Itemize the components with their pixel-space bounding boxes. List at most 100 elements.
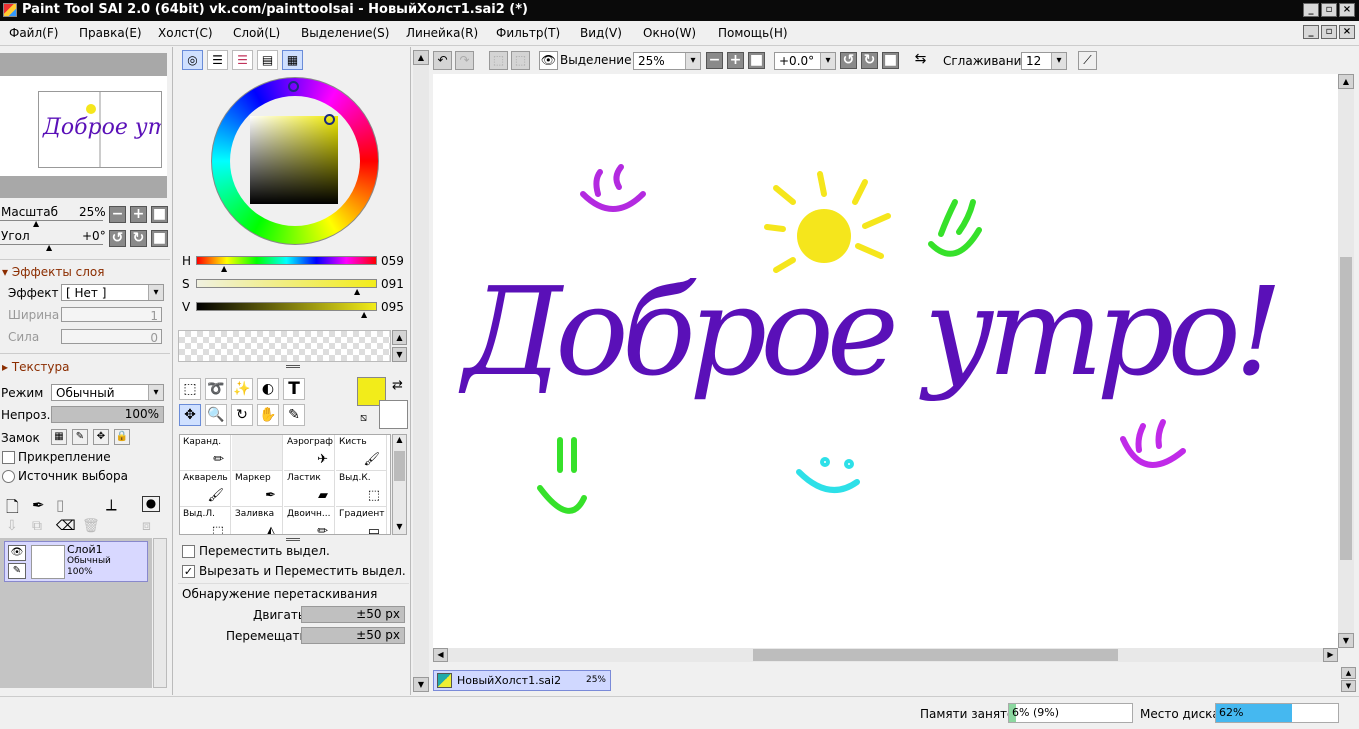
undo-icon[interactable]: ↶ xyxy=(433,51,452,70)
scroll-down-icon[interactable]: ▼ xyxy=(393,522,406,534)
panel-scroll-down-icon[interactable]: ▼ xyxy=(413,677,429,692)
mask-icon[interactable]: ● xyxy=(142,496,160,512)
toolbar-rotate-left-button[interactable]: ↺ xyxy=(840,52,857,69)
scroll-thumb[interactable] xyxy=(394,451,405,481)
scroll-up-icon[interactable]: ▲ xyxy=(393,435,406,447)
zoom-in-button[interactable]: + xyxy=(130,206,147,223)
v-slider[interactable] xyxy=(196,302,377,311)
show-selection-icon[interactable]: 👁 xyxy=(539,51,558,70)
move-threshold-slider[interactable]: ±50 px xyxy=(301,606,405,623)
brush-tool-3[interactable]: Аэрограф ✈ xyxy=(284,435,335,471)
lock-move-icon[interactable]: ✥ xyxy=(93,429,109,445)
merge-down-icon[interactable]: ⇩ xyxy=(6,518,18,534)
brush-tool-9[interactable]: Выд.Л. ⬚ xyxy=(180,507,231,534)
texture-header[interactable]: ▸ Текстура xyxy=(2,360,69,374)
brush-tool-6[interactable]: Маркер ✒ xyxy=(232,471,283,507)
hue-ring[interactable] xyxy=(211,77,379,245)
brush-tool-7[interactable]: Ластик ▰ xyxy=(284,471,335,507)
drawing-canvas[interactable]: Доброе утро! xyxy=(433,74,1338,648)
lock-paint-icon[interactable]: ✎ xyxy=(72,429,88,445)
doc-close-icon[interactable]: × xyxy=(1339,25,1355,39)
document-tab[interactable]: НовыйХолст1.sai2 25% xyxy=(433,670,611,691)
eyedropper-icon[interactable]: ✎ xyxy=(283,404,305,426)
toolbar-rotate-right-button[interactable]: ↻ xyxy=(861,52,878,69)
angle-dropdown[interactable]: +0.0° xyxy=(774,52,836,70)
zoom-reset-button[interactable]: ■ xyxy=(151,206,168,223)
layer-row[interactable]: 👁 ✎ Слой1 Обычный 100% xyxy=(4,541,148,582)
brush-tool-2[interactable] xyxy=(232,435,283,471)
restore-icon[interactable]: ▫ xyxy=(1321,3,1337,17)
sv-square[interactable] xyxy=(250,116,338,204)
zoom-out-button[interactable]: − xyxy=(109,206,126,223)
menu-canvas[interactable]: Холст(C) xyxy=(158,26,213,40)
canvas-scroll-down-icon[interactable]: ▼ xyxy=(1338,633,1354,648)
paint-target-icon[interactable]: ✎ xyxy=(8,563,26,579)
lasso-icon[interactable]: ➰ xyxy=(205,378,227,400)
menu-edit[interactable]: Правка(E) xyxy=(79,26,142,40)
menu-help[interactable]: Помощь(H) xyxy=(718,26,788,40)
effect-dropdown[interactable]: [ Нет ] xyxy=(61,284,164,301)
rotate-left-button[interactable]: ↺ xyxy=(109,230,126,247)
move-tool-icon[interactable]: ✥ xyxy=(179,404,201,426)
trash-icon[interactable]: 🗑 xyxy=(82,518,100,534)
duplicate-icon[interactable]: ⧉ xyxy=(32,518,42,534)
toolbar-zoom-reset-button[interactable]: ■ xyxy=(748,52,765,69)
brush-tool-1[interactable]: Каранд. ✏ xyxy=(180,435,231,471)
opacity-slider[interactable]: 100% xyxy=(51,406,164,423)
apply-mask-icon[interactable]: ⧈ xyxy=(142,518,151,534)
tabs-scroll-up-icon[interactable]: ▲ xyxy=(1341,667,1356,679)
new-vector-layer-icon[interactable]: ✒ xyxy=(32,496,45,514)
width-input[interactable]: 1 xyxy=(61,307,162,323)
canvas-vertical-scrollbar[interactable]: ▲ ▼ xyxy=(1338,74,1354,648)
rotate-right-button[interactable]: ↻ xyxy=(130,230,147,247)
new-folder-icon[interactable]: ▯ xyxy=(56,496,64,514)
transform-icon[interactable]: ⟂ xyxy=(106,495,117,515)
shape-icon[interactable]: ◐ xyxy=(257,378,279,400)
scale-slider-handle[interactable]: ▲ xyxy=(33,219,39,228)
selection-source-radio[interactable] xyxy=(2,470,15,483)
canvas-horizontal-thumb[interactable] xyxy=(753,649,1118,661)
clear-layer-icon[interactable]: ⌫ xyxy=(56,518,76,534)
brush-tool-5[interactable]: Акварель 🖌 xyxy=(180,471,231,507)
panel-scrollbar[interactable]: ▲ ▼ xyxy=(413,50,429,692)
sv-marker[interactable] xyxy=(324,114,335,125)
menu-ruler[interactable]: Линейка(R) xyxy=(406,26,478,40)
brush-grid-scrollbar[interactable]: ▲ ▼ xyxy=(392,434,407,535)
secondary-color-swatch[interactable] xyxy=(379,400,408,429)
zoom-dropdown[interactable]: 25% xyxy=(633,52,701,70)
cut-move-selection-checkbox[interactable]: ✓ xyxy=(182,565,195,578)
smoothing-dropdown[interactable]: 12 xyxy=(1021,52,1067,70)
s-slider[interactable] xyxy=(196,279,377,288)
toolbar-rotate-reset-button[interactable]: ■ xyxy=(882,52,899,69)
menu-layer[interactable]: Слой(L) xyxy=(233,26,280,40)
swap-colors-icon[interactable]: ⇄ xyxy=(392,378,403,393)
navigator-preview[interactable]: Доброе утро! xyxy=(0,76,205,176)
invert-selection-icon[interactable]: ⬚ xyxy=(511,51,530,70)
scratchpad-scroll-down-icon[interactable]: ▼ xyxy=(392,347,407,362)
shift-threshold-slider[interactable]: ±50 px xyxy=(301,627,405,644)
hand-tool-icon[interactable]: ✋ xyxy=(257,404,279,426)
pressure-curve-icon[interactable]: ⟋ xyxy=(1078,51,1097,70)
hue-marker[interactable] xyxy=(288,81,299,92)
scratchpad[interactable] xyxy=(178,330,391,362)
strength-input[interactable]: 0 xyxy=(61,329,162,345)
move-selection-checkbox[interactable] xyxy=(182,545,195,558)
brush-tool-4[interactable]: Кисть 🖌 xyxy=(336,435,387,471)
canvas-scroll-up-icon[interactable]: ▲ xyxy=(1338,74,1354,89)
mixer-tab-icon[interactable]: ▤ xyxy=(257,50,278,70)
transparent-color-icon[interactable]: ⧅ xyxy=(360,411,367,425)
toolbar-zoom-in-button[interactable]: + xyxy=(727,52,744,69)
zoom-tool-icon[interactable]: 🔍 xyxy=(205,404,227,426)
rotate-tool-icon[interactable]: ↻ xyxy=(231,404,253,426)
canvas-scroll-right-icon[interactable]: ▶ xyxy=(1323,648,1338,662)
doc-restore-icon[interactable]: ▫ xyxy=(1321,25,1337,39)
scale-slider[interactable] xyxy=(0,220,103,221)
clipping-checkbox[interactable] xyxy=(2,451,15,464)
flip-horizontal-icon[interactable]: ⇆ xyxy=(911,51,930,70)
hsv-sliders-tab-icon[interactable]: ☰ xyxy=(232,50,253,70)
lock-transparency-icon[interactable]: ▦ xyxy=(51,429,67,445)
v-slider-handle[interactable]: ▲ xyxy=(361,310,367,319)
h-slider-handle[interactable]: ▲ xyxy=(221,264,227,273)
brush-tool-12[interactable]: Градиент ▭ xyxy=(336,507,387,534)
canvas-vertical-thumb[interactable] xyxy=(1340,257,1352,560)
